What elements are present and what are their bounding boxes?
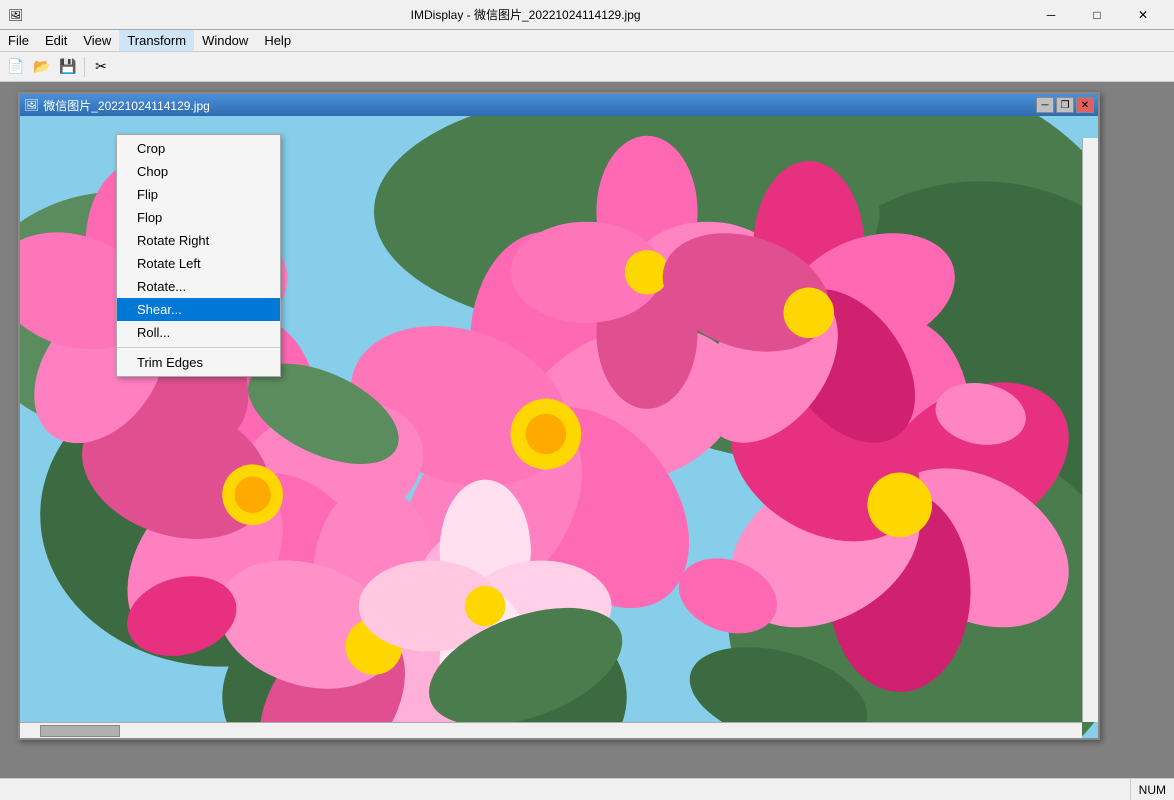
menu-item-flop[interactable]: Flop bbox=[117, 206, 280, 229]
menu-separator bbox=[117, 347, 280, 348]
toolbar: 📄 📂 💾 ✂ bbox=[0, 52, 1174, 82]
main-area: 🖼 微信图片_20221024114129.jpg ─ ❐ ✕ bbox=[0, 82, 1174, 800]
menu-window[interactable]: Window bbox=[194, 30, 256, 51]
window-controls: ─ □ ✕ bbox=[1028, 0, 1166, 30]
maximize-button[interactable]: □ bbox=[1074, 0, 1120, 30]
window-title: IMDisplay - 微信图片_20221024114129.jpg bbox=[23, 6, 1028, 23]
new-button[interactable]: 📄 bbox=[4, 55, 28, 79]
transform-dropdown-menu: Crop Chop Flip Flop Rotate Right Rotate … bbox=[116, 134, 281, 377]
image-close-button[interactable]: ✕ bbox=[1076, 97, 1094, 113]
menu-transform[interactable]: Transform bbox=[119, 30, 194, 51]
image-window-controls: ─ ❐ ✕ bbox=[1036, 97, 1094, 113]
open-button[interactable]: 📂 bbox=[30, 55, 54, 79]
app-icon-symbol: 🖼 bbox=[8, 8, 23, 22]
num-badge: NUM bbox=[1130, 778, 1174, 800]
vertical-scrollbar[interactable] bbox=[1082, 138, 1098, 722]
menu-item-flip[interactable]: Flip bbox=[117, 183, 280, 206]
horizontal-scrollbar[interactable] bbox=[20, 722, 1082, 738]
menu-item-rotate-right[interactable]: Rotate Right bbox=[117, 229, 280, 252]
status-bar: NUM bbox=[0, 778, 1174, 800]
menu-item-trim-edges[interactable]: Trim Edges bbox=[117, 351, 280, 374]
menu-item-roll[interactable]: Roll... bbox=[117, 321, 280, 344]
menu-edit[interactable]: Edit bbox=[37, 30, 75, 51]
menu-item-rotate-left[interactable]: Rotate Left bbox=[117, 252, 280, 275]
image-title-left: 🖼 微信图片_20221024114129.jpg bbox=[24, 97, 210, 114]
menu-item-shear[interactable]: Shear... bbox=[117, 298, 280, 321]
menu-file[interactable]: File bbox=[0, 30, 37, 51]
close-button[interactable]: ✕ bbox=[1120, 0, 1166, 30]
toolbar-separator bbox=[84, 57, 85, 77]
image-title-bar: 🖼 微信图片_20221024114129.jpg ─ ❐ ✕ bbox=[20, 94, 1098, 116]
image-restore-button[interactable]: ❐ bbox=[1056, 97, 1074, 113]
menu-view[interactable]: View bbox=[75, 30, 119, 51]
image-minimize-button[interactable]: ─ bbox=[1036, 97, 1054, 113]
menu-bar: File Edit View Transform Window Help bbox=[0, 30, 1174, 52]
image-title-text: 微信图片_20221024114129.jpg bbox=[43, 97, 210, 114]
title-bar: 🖼 IMDisplay - 微信图片_20221024114129.jpg ─ … bbox=[0, 0, 1174, 30]
app-icon: 🖼 bbox=[8, 8, 23, 22]
menu-item-chop[interactable]: Chop bbox=[117, 160, 280, 183]
cut-button[interactable]: ✂ bbox=[89, 55, 113, 79]
menu-help[interactable]: Help bbox=[256, 30, 299, 51]
menu-item-crop[interactable]: Crop bbox=[117, 137, 280, 160]
save-button[interactable]: 💾 bbox=[56, 55, 80, 79]
image-title-icon: 🖼 bbox=[24, 98, 39, 112]
minimize-button[interactable]: ─ bbox=[1028, 0, 1074, 30]
horizontal-scrollbar-thumb[interactable] bbox=[40, 725, 120, 737]
menu-item-rotate[interactable]: Rotate... bbox=[117, 275, 280, 298]
